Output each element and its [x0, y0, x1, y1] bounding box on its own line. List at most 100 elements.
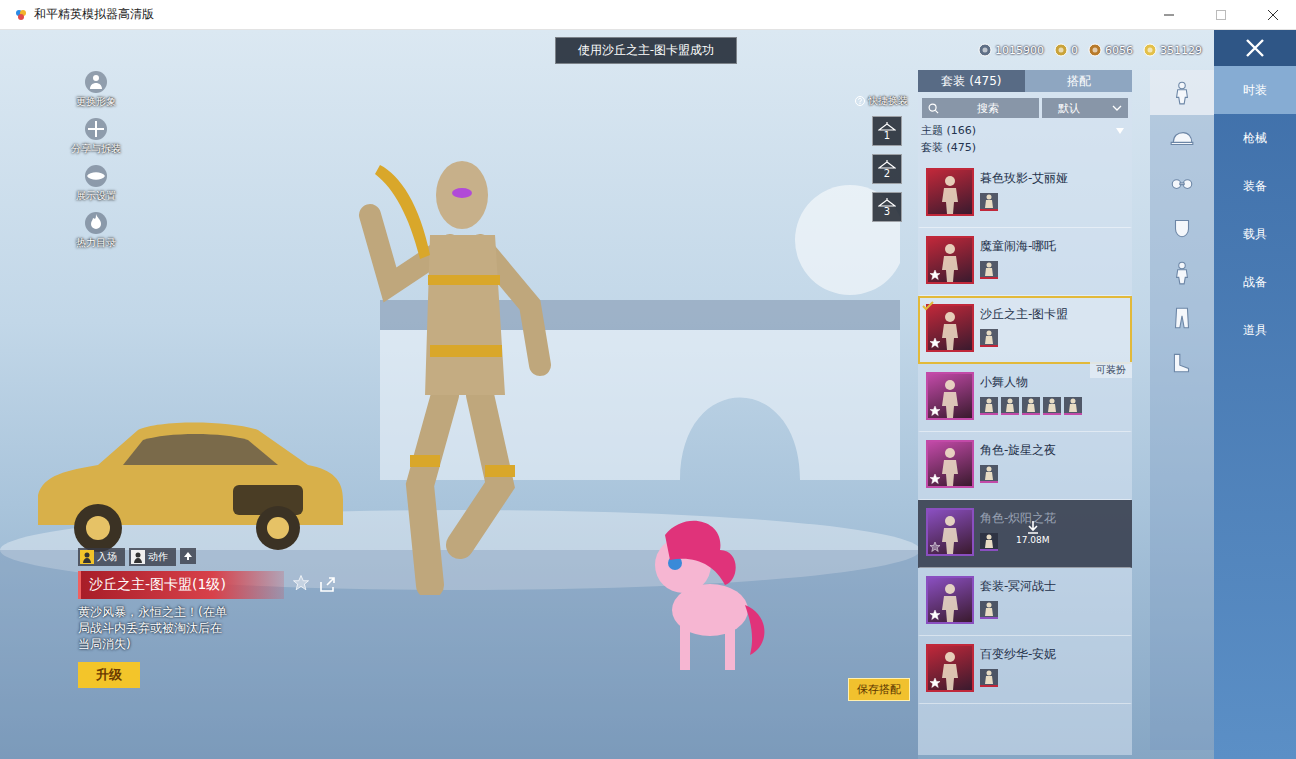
pants-icon	[1169, 305, 1195, 331]
outfit-part	[980, 669, 998, 687]
upgrade-button[interactable]: 升级	[78, 662, 140, 688]
outfit-name: 暮色玫影-艾丽娅	[980, 170, 1124, 187]
outfit-thumbnail	[926, 304, 974, 352]
outfit-item[interactable]: 角色-炽阳之花17.08M	[918, 500, 1132, 568]
part-icon	[984, 602, 994, 616]
game-screen: 使用沙丘之主-图卡盟成功101590006056351129更换形象分享与拆装展…	[0, 30, 1296, 759]
category-item[interactable]: 枪械	[1214, 114, 1296, 162]
slot-tab[interactable]	[1150, 250, 1214, 295]
maximize-button[interactable]	[1198, 0, 1244, 30]
panel-tab[interactable]: 搭配	[1025, 70, 1132, 92]
outfit-thumbnail	[926, 644, 974, 692]
outfit-item[interactable]: 套装-冥河战士	[918, 568, 1132, 636]
coin-icon	[1143, 43, 1157, 57]
quick-change: 快捷换装123	[855, 94, 908, 222]
currency: 6056	[1088, 43, 1133, 57]
outfit-info: 角色-旋星之夜	[980, 440, 1124, 483]
outfit-slot[interactable]: 2	[872, 154, 902, 184]
outfit-part	[980, 329, 998, 347]
hanger-icon	[878, 159, 896, 169]
figure-icon	[938, 514, 962, 554]
parts-row	[980, 261, 1124, 279]
download-button[interactable]: 17.08M	[1016, 520, 1050, 545]
outfit-title: 沙丘之主-图卡盟(1级)	[78, 571, 284, 599]
main-column: 使用沙丘之主-图卡盟成功101590006056351129更换形象分享与拆装展…	[0, 30, 1214, 759]
search-row: 搜索默认	[918, 92, 1132, 122]
window-title: 和平精英模拟器高清版	[34, 6, 1140, 23]
category-item[interactable]: 装备	[1214, 162, 1296, 210]
sort-dropdown[interactable]: 默认	[1042, 98, 1128, 118]
part-icon	[984, 534, 994, 548]
toast-message: 使用沙丘之主-图卡盟成功	[555, 37, 737, 64]
left-menu-item[interactable]: 更换形象	[66, 70, 126, 109]
outfit-thumbnail	[926, 236, 974, 284]
favorite-badge	[929, 337, 941, 349]
outfit-part	[1001, 397, 1019, 415]
slot-tab[interactable]	[1150, 340, 1214, 385]
coin-icon	[978, 43, 992, 57]
part-icon	[1047, 398, 1057, 412]
outfit-name: 沙丘之主-图卡盟	[980, 306, 1124, 323]
panel-tab[interactable]: 套装 (475)	[918, 70, 1025, 92]
maximize-icon	[1216, 10, 1226, 20]
parts-row	[980, 193, 1124, 211]
smile-icon	[80, 550, 94, 564]
outfit-item[interactable]: 沙丘之主-图卡盟可装扮	[918, 296, 1132, 364]
outfit-part	[1043, 397, 1061, 415]
mummy-character-icon	[350, 105, 580, 595]
currency: 351129	[1143, 43, 1202, 57]
favorite-button[interactable]	[292, 574, 310, 596]
slot-tab[interactable]	[1150, 295, 1214, 340]
share-icon[interactable]	[318, 576, 336, 594]
mask-icon	[1169, 215, 1195, 241]
outfit-name: 魔童闹海-哪吒	[980, 238, 1124, 255]
category-item[interactable]: 载具	[1214, 210, 1296, 258]
favorite-badge	[929, 473, 941, 485]
close-wardrobe-button[interactable]	[1214, 30, 1296, 66]
outfit-item[interactable]: 角色-旋星之夜	[918, 432, 1132, 500]
detail-tab[interactable]: 动作	[129, 548, 176, 566]
collapse-button[interactable]	[180, 548, 196, 564]
outfit-thumbnail	[926, 576, 974, 624]
group-row[interactable]: 套装 (475)	[918, 139, 1132, 156]
left-menu-item[interactable]: 展示设置	[66, 164, 126, 203]
outfit-thumbnail	[926, 372, 974, 420]
star-icon	[929, 405, 941, 417]
car-icon	[28, 400, 348, 560]
star-icon	[929, 337, 941, 349]
left-menu-item[interactable]: 热力目录	[66, 211, 126, 250]
currency-bar: 101590006056351129	[978, 43, 1202, 57]
category-item[interactable]: 道具	[1214, 306, 1296, 354]
part-icon	[984, 330, 994, 344]
category-item[interactable]: 时装	[1214, 66, 1296, 114]
pet-pony	[645, 515, 770, 675]
slot-tab[interactable]	[1150, 70, 1214, 115]
figure-icon	[938, 446, 962, 486]
minimize-icon	[1164, 10, 1174, 20]
detail-tab[interactable]: 入场	[78, 548, 125, 566]
save-outfit-button[interactable]: 保存搭配	[848, 678, 910, 701]
close-window-button[interactable]	[1250, 0, 1296, 30]
detail-tabs: 入场动作	[78, 548, 378, 566]
part-icon	[984, 194, 994, 208]
category-item[interactable]: 战备	[1214, 258, 1296, 306]
outfit-item[interactable]: 魔童闹海-哪吒	[918, 228, 1132, 296]
outfit-item[interactable]: 百变纱华-安妮	[918, 636, 1132, 704]
coin-icon	[1054, 43, 1068, 57]
slot-tab[interactable]	[1150, 160, 1214, 205]
left-menu-item[interactable]: 分享与拆装	[66, 117, 126, 156]
slot-tab[interactable]	[1150, 205, 1214, 250]
outfit-thumbnail	[926, 440, 974, 488]
favorite-badge	[929, 541, 941, 553]
group-row[interactable]: 主题 (166)	[918, 122, 1132, 139]
slot-tab[interactable]	[1150, 115, 1214, 160]
shoes-icon	[1169, 350, 1195, 376]
outfit-item[interactable]: 暮色玫影-艾丽娅	[918, 160, 1132, 228]
search-field[interactable]: 搜索	[922, 98, 1039, 118]
outfit-slot[interactable]: 1	[872, 116, 902, 146]
download-icon	[1026, 520, 1040, 534]
outfit-name: 角色-炽阳之花	[980, 510, 1124, 527]
star-icon	[929, 541, 941, 553]
minimize-button[interactable]	[1146, 0, 1192, 30]
outfit-slot[interactable]: 3	[872, 192, 902, 222]
